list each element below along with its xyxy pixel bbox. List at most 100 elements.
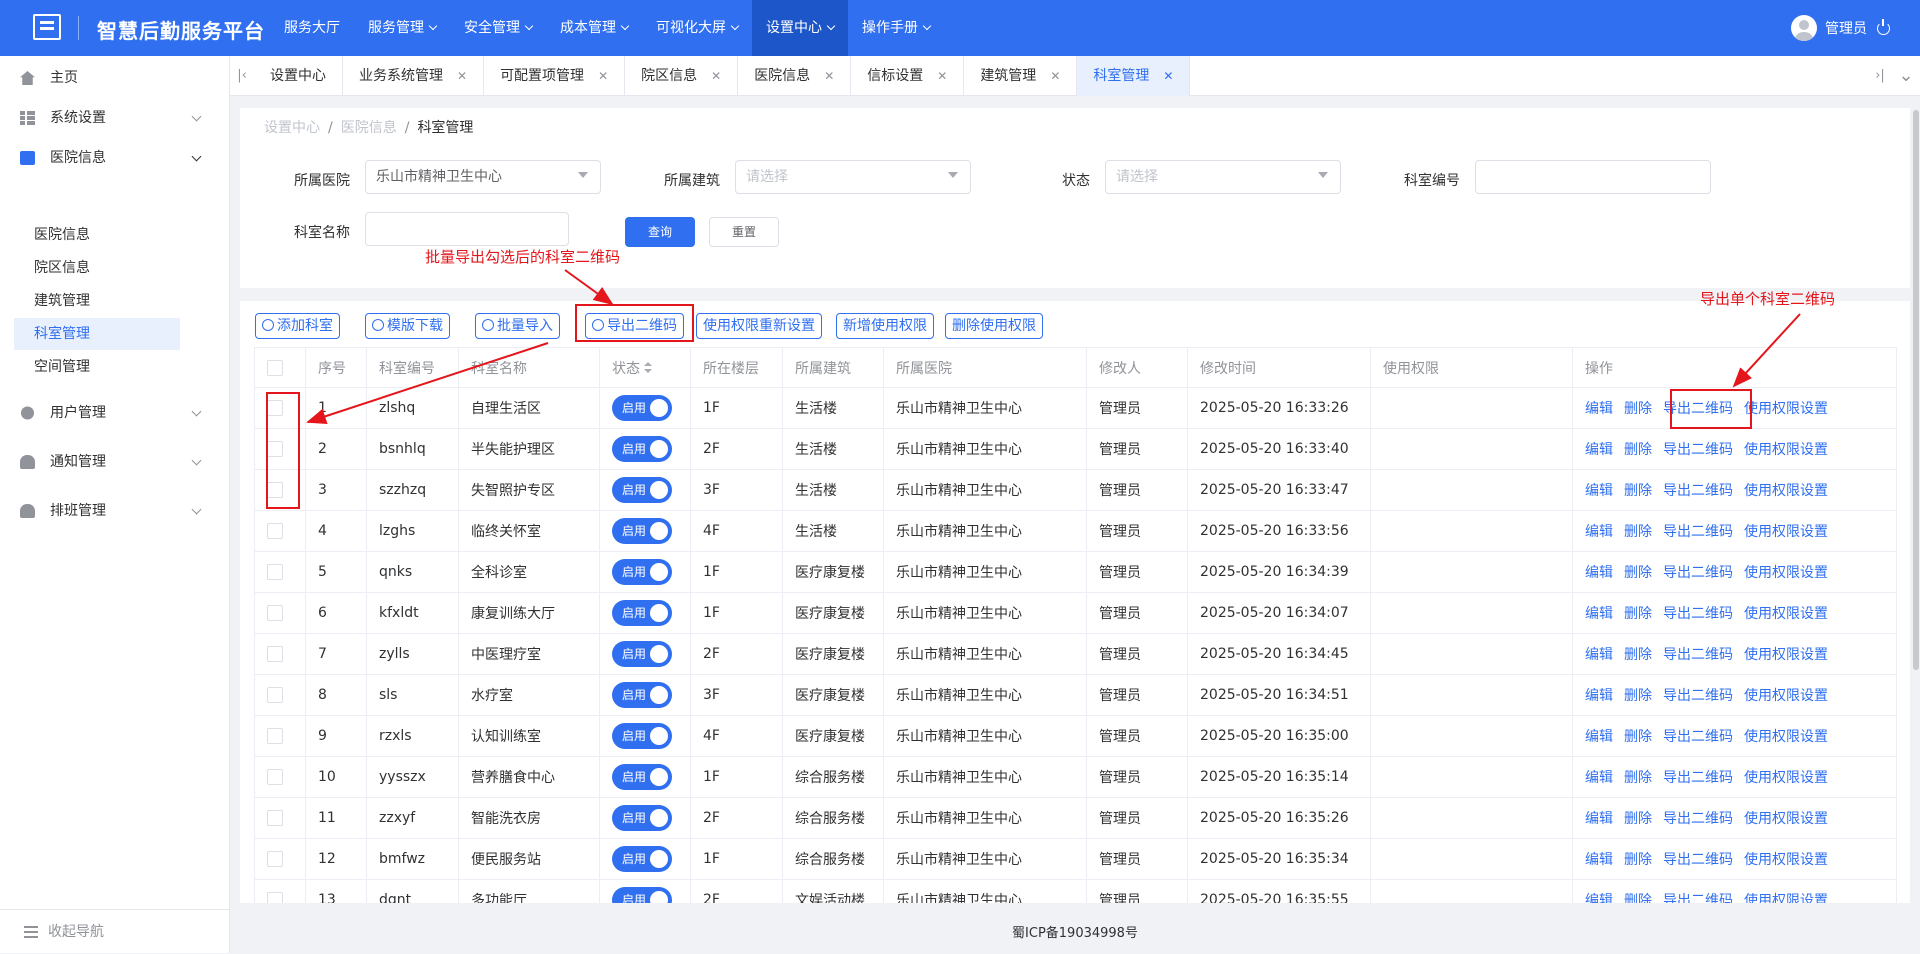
tab-4[interactable]: 医院信息 ✕	[738, 56, 852, 96]
template-download-button[interactable]: 模版下载	[365, 313, 450, 339]
sidebar-sub-campus[interactable]: 院区信息	[14, 252, 180, 284]
sidebar-sub-hospital[interactable]: 医院信息	[14, 219, 180, 251]
export-qr-link[interactable]: 导出二维码	[1663, 647, 1733, 663]
delete-button[interactable]: 删除	[1624, 606, 1652, 622]
tab-7[interactable]: 科室管理 ✕	[1077, 56, 1191, 96]
permission-settings-link[interactable]: 使用权限设置	[1744, 401, 1828, 417]
export-qr-link[interactable]: 导出二维码	[1663, 811, 1733, 827]
permission-settings-link[interactable]: 使用权限设置	[1744, 565, 1828, 581]
sidebar-item-schedule[interactable]: 排班管理	[0, 489, 230, 533]
edit-button[interactable]: 编辑	[1585, 852, 1613, 868]
sidebar-item-home[interactable]: 主页	[0, 56, 230, 100]
status-toggle[interactable]: 启用	[612, 395, 672, 421]
export-qr-link[interactable]: 导出二维码	[1663, 606, 1733, 622]
edit-button[interactable]: 编辑	[1585, 770, 1613, 786]
edit-button[interactable]: 编辑	[1585, 729, 1613, 745]
add-department-button[interactable]: 添加科室	[255, 313, 340, 339]
row-checkbox[interactable]	[267, 728, 283, 744]
permission-settings-link[interactable]: 使用权限设置	[1744, 893, 1828, 903]
status-toggle[interactable]: 启用	[612, 559, 672, 585]
delete-button[interactable]: 删除	[1624, 442, 1652, 458]
tab-next-icon[interactable]: ›|	[1868, 56, 1892, 96]
tab-0[interactable]: 设置中心	[254, 56, 343, 96]
name-input[interactable]	[365, 212, 569, 246]
close-icon[interactable]: ✕	[824, 69, 834, 83]
permission-settings-link[interactable]: 使用权限设置	[1744, 606, 1828, 622]
row-checkbox[interactable]	[267, 892, 283, 903]
status-toggle[interactable]: 启用	[612, 887, 672, 903]
topnav-item-3[interactable]: 成本管理	[546, 0, 642, 56]
row-checkbox[interactable]	[267, 769, 283, 785]
sidebar-item-hospital-info[interactable]: 医院信息	[0, 136, 230, 180]
delete-permission-button[interactable]: 删除使用权限	[945, 313, 1043, 339]
sidebar-item-system-settings[interactable]: 系统设置	[0, 96, 230, 140]
sidebar-item-users[interactable]: 用户管理	[0, 391, 230, 435]
edit-button[interactable]: 编辑	[1585, 647, 1613, 663]
delete-button[interactable]: 删除	[1624, 893, 1652, 903]
row-checkbox[interactable]	[267, 564, 283, 580]
column-header[interactable]: 状态	[599, 347, 691, 388]
status-toggle[interactable]: 启用	[612, 641, 672, 667]
building-select[interactable]: 请选择	[735, 160, 971, 194]
delete-button[interactable]: 删除	[1624, 688, 1652, 704]
export-qr-link[interactable]: 导出二维码	[1663, 729, 1733, 745]
query-button[interactable]: 查询	[625, 217, 695, 247]
delete-button[interactable]: 删除	[1624, 770, 1652, 786]
status-toggle[interactable]: 启用	[612, 436, 672, 462]
tab-menu-icon[interactable]: ⌄	[1894, 56, 1918, 96]
add-permission-button[interactable]: 新增使用权限	[836, 313, 934, 339]
status-toggle[interactable]: 启用	[612, 600, 672, 626]
row-checkbox[interactable]	[267, 851, 283, 867]
export-qr-link[interactable]: 导出二维码	[1663, 893, 1733, 903]
export-qr-link[interactable]: 导出二维码	[1663, 524, 1733, 540]
delete-button[interactable]: 删除	[1624, 483, 1652, 499]
close-icon[interactable]: ✕	[937, 69, 947, 83]
edit-button[interactable]: 编辑	[1585, 483, 1613, 499]
permission-settings-link[interactable]: 使用权限设置	[1744, 483, 1828, 499]
sidebar-sub-department[interactable]: 科室管理	[14, 318, 180, 350]
topnav-item-0[interactable]: 服务大厅	[270, 0, 354, 56]
edit-button[interactable]: 编辑	[1585, 606, 1613, 622]
topnav-item-5[interactable]: 设置中心	[752, 0, 848, 56]
edit-button[interactable]: 编辑	[1585, 811, 1613, 827]
power-icon[interactable]	[1877, 18, 1890, 35]
delete-button[interactable]: 删除	[1624, 647, 1652, 663]
tab-2[interactable]: 可配置项管理 ✕	[484, 56, 626, 96]
edit-button[interactable]: 编辑	[1585, 893, 1613, 903]
export-qr-link[interactable]: 导出二维码	[1663, 688, 1733, 704]
permission-settings-link[interactable]: 使用权限设置	[1744, 442, 1828, 458]
permission-settings-link[interactable]: 使用权限设置	[1744, 852, 1828, 868]
breadcrumb-item[interactable]: 设置中心	[264, 120, 320, 136]
export-qr-link[interactable]: 导出二维码	[1663, 565, 1733, 581]
permission-settings-link[interactable]: 使用权限设置	[1744, 811, 1828, 827]
user-menu[interactable]: 管理员	[1791, 15, 1890, 41]
topnav-item-4[interactable]: 可视化大屏	[642, 0, 752, 56]
tab-5[interactable]: 信标设置 ✕	[851, 56, 965, 96]
avatar[interactable]	[1791, 15, 1817, 41]
export-qr-link[interactable]: 导出二维码	[1663, 852, 1733, 868]
permission-settings-link[interactable]: 使用权限设置	[1744, 524, 1828, 540]
breadcrumb-item[interactable]: 医院信息	[341, 120, 397, 136]
export-qr-link[interactable]: 导出二维码	[1663, 770, 1733, 786]
row-checkbox[interactable]	[267, 605, 283, 621]
row-checkbox[interactable]	[267, 810, 283, 826]
tab-prev-icon[interactable]: |‹	[230, 56, 254, 96]
row-checkbox[interactable]	[267, 523, 283, 539]
edit-button[interactable]: 编辑	[1585, 442, 1613, 458]
topnav-item-6[interactable]: 操作手册	[848, 0, 944, 56]
tab-6[interactable]: 建筑管理 ✕	[964, 56, 1078, 96]
delete-button[interactable]: 删除	[1624, 811, 1652, 827]
row-checkbox[interactable]	[267, 687, 283, 703]
edit-button[interactable]: 编辑	[1585, 565, 1613, 581]
status-toggle[interactable]: 启用	[612, 764, 672, 790]
topnav-item-2[interactable]: 安全管理	[450, 0, 546, 56]
close-icon[interactable]: ✕	[711, 69, 721, 83]
column-header[interactable]	[254, 347, 306, 388]
permission-settings-link[interactable]: 使用权限设置	[1744, 770, 1828, 786]
permission-settings-link[interactable]: 使用权限设置	[1744, 688, 1828, 704]
status-toggle[interactable]: 启用	[612, 477, 672, 503]
close-icon[interactable]: ✕	[1050, 69, 1060, 83]
close-icon[interactable]: ✕	[1163, 69, 1173, 83]
delete-button[interactable]: 删除	[1624, 401, 1652, 417]
user-name[interactable]: 管理员	[1825, 18, 1867, 38]
